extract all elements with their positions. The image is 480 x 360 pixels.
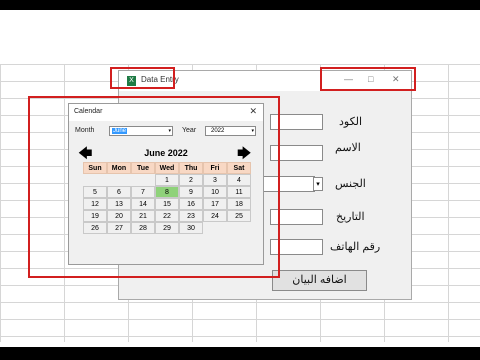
chevron-down-icon[interactable]: ▾: [313, 177, 323, 191]
top-black-bar: [0, 0, 480, 10]
code-label: الكود: [339, 116, 363, 128]
name-label: الاسم: [335, 142, 361, 154]
date-label: التاريخ: [336, 211, 365, 223]
phone-label: رقم الهاتف: [330, 241, 381, 253]
bottom-black-bar: [0, 347, 480, 360]
title-annotation-box: [110, 67, 175, 89]
calendar-annotation-box: [28, 96, 280, 278]
gender-label: الجنس: [335, 178, 366, 190]
window-controls-annotation-box: [320, 67, 416, 91]
add-data-button[interactable]: اضافه البيان: [272, 270, 367, 291]
